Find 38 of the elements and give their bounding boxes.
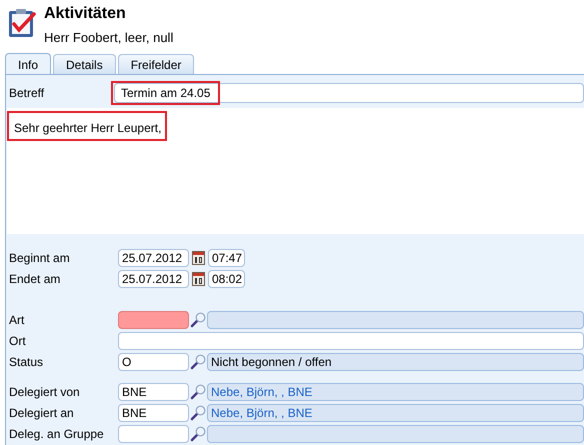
search-icon[interactable] (190, 426, 206, 442)
field-label: Endet am (8, 270, 62, 288)
calendar-icon[interactable] (192, 271, 205, 286)
code-field[interactable]: BNE (118, 382, 189, 400)
search-icon[interactable] (190, 354, 206, 370)
field-label: Beginnt am (8, 250, 71, 266)
field-label: Status (8, 354, 44, 370)
time-field[interactable]: 08:02 (208, 270, 245, 288)
calendar-icon[interactable] (192, 250, 205, 265)
field-label: Delegiert an (8, 404, 75, 422)
description-field: Nebe, Björn, , BNE (207, 404, 584, 422)
field-label: Deleg. an Gruppe (8, 426, 105, 442)
search-icon[interactable] (190, 312, 206, 328)
subject-field[interactable]: Termin am 24.05 (114, 83, 584, 103)
code-field[interactable] (118, 310, 189, 328)
page-title: Aktivitäten (44, 4, 127, 24)
tab[interactable]: Details (53, 54, 116, 74)
time-field[interactable]: 07:47 (208, 248, 245, 266)
date-field[interactable]: 25.07.2012 (118, 270, 189, 288)
code-field[interactable]: O (118, 352, 189, 370)
description-field: Nicht begonnen / offen (207, 352, 584, 370)
code-field[interactable]: BNE (118, 404, 189, 422)
tab[interactable]: Info (5, 53, 52, 75)
body-textarea[interactable]: Sehr geehrter Herr Leupert, (7, 108, 584, 234)
field-label: Delegiert von (8, 384, 81, 400)
field-label: Art (8, 312, 26, 328)
date-field[interactable]: 25.07.2012 (118, 248, 189, 266)
search-icon[interactable] (190, 404, 206, 420)
description-field: Nebe, Björn, , BNE (207, 382, 584, 400)
tab[interactable]: Freifelder (118, 54, 194, 74)
code-field[interactable] (118, 424, 189, 442)
body-text: Sehr geehrter Herr Leupert, (14, 120, 162, 137)
search-icon[interactable] (190, 384, 206, 400)
record-subtitle: Herr Foobert, leer, null (44, 29, 174, 47)
field-label: Ort (8, 332, 27, 350)
clipboard-check-icon (8, 8, 36, 38)
input-field[interactable] (118, 332, 584, 350)
field-label: Betreff (8, 85, 46, 102)
